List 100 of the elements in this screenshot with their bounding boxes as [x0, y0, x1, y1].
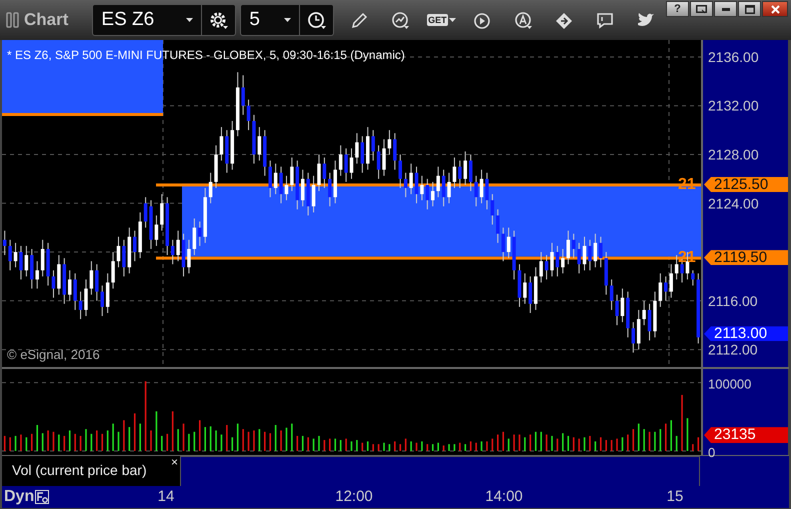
candlestick — [111, 252, 115, 290]
candlestick — [452, 157, 456, 189]
window-title: Chart — [24, 10, 68, 30]
candlestick — [322, 157, 326, 189]
time-button[interactable] — [300, 4, 334, 36]
candlestick — [632, 322, 636, 354]
candlestick — [2, 230, 6, 256]
candlestick — [544, 254, 548, 280]
candlestick — [577, 242, 581, 274]
candlestick — [669, 264, 673, 298]
diamond-arrows-icon — [554, 10, 574, 30]
candlestick — [474, 175, 478, 207]
candlestick — [561, 248, 565, 274]
candlestick — [480, 169, 484, 204]
price-label: 2116.00 — [708, 292, 758, 309]
candlestick — [409, 163, 413, 195]
candlestick — [566, 230, 570, 265]
comment-icon — [595, 10, 616, 30]
candlestick — [458, 160, 462, 189]
price-label: 2132.00 — [708, 98, 759, 114]
candlestick — [312, 175, 316, 213]
candlestick — [436, 166, 440, 198]
candlestick — [501, 227, 505, 262]
candlestick — [376, 144, 380, 180]
candlestick — [14, 242, 18, 268]
candlestick — [241, 74, 245, 116]
candlestick — [599, 236, 603, 268]
candlestick — [442, 169, 446, 207]
candlestick — [170, 239, 174, 265]
restore-button[interactable] — [690, 1, 713, 17]
time-label: 14 — [158, 488, 174, 505]
gear-icon — [208, 10, 229, 30]
candlestick — [447, 172, 451, 204]
candlestick — [19, 245, 23, 280]
candlestick — [192, 218, 196, 256]
symbol-dropdown[interactable]: ES Z6 — [92, 4, 202, 36]
candlestick — [582, 236, 586, 271]
close-icon — [770, 4, 780, 14]
candlestick — [464, 150, 468, 186]
price-label: 2128.00 — [708, 146, 759, 162]
candlestick — [338, 144, 342, 176]
candlestick — [691, 270, 695, 286]
minimize-button[interactable] — [714, 1, 737, 17]
mode-label: Dyn — [4, 488, 34, 506]
candlestick — [40, 239, 44, 277]
candlestick — [300, 169, 304, 207]
interval-dropdown[interactable]: 5 — [240, 4, 300, 36]
candlestick — [431, 181, 435, 207]
settings-button[interactable] — [202, 4, 236, 36]
letter-a-icon — [513, 10, 534, 30]
candlestick — [485, 172, 489, 210]
play-icon — [472, 10, 492, 30]
candlestick — [187, 239, 191, 274]
candlestick — [317, 154, 321, 192]
close-button[interactable]: × — [170, 456, 178, 468]
candlestick — [355, 132, 359, 164]
candlestick — [279, 166, 283, 204]
candlestick — [8, 239, 12, 271]
minimize-icon — [722, 8, 730, 10]
caret-icon — [186, 18, 194, 22]
candlestick — [426, 178, 430, 210]
help-button[interactable]: ? — [666, 1, 689, 17]
candlestick — [620, 288, 624, 323]
candlestick — [556, 245, 560, 277]
candlestick — [52, 270, 56, 298]
candlestick — [35, 260, 39, 290]
grip-icon — [6, 12, 20, 28]
candlestick — [658, 272, 662, 308]
candlestick — [258, 126, 262, 162]
level-price-tag: 2119.50 — [704, 250, 788, 266]
candlestick — [468, 154, 472, 192]
candlestick — [382, 138, 386, 176]
study-name: Vol (current price bar) — [12, 462, 147, 478]
candlestick — [284, 175, 288, 201]
time-label: 14:00 — [485, 488, 523, 505]
candlestick — [572, 233, 576, 259]
candlestick — [360, 136, 364, 174]
level-price-tag: 2125.50 — [704, 176, 788, 192]
candlestick — [496, 208, 500, 244]
candlestick — [73, 272, 77, 310]
clock-icon — [306, 10, 327, 30]
volume-tag: 23135 — [704, 427, 788, 444]
time-label: 15 — [666, 488, 684, 505]
candlestick — [615, 294, 619, 326]
maximize-button[interactable] — [738, 1, 761, 17]
candlestick — [208, 172, 212, 204]
candlestick — [246, 99, 250, 131]
volume-label: 100000 — [708, 376, 752, 392]
get-button[interactable]: GET — [421, 5, 462, 35]
maximize-icon — [744, 4, 754, 14]
candlestick — [404, 172, 408, 198]
candlestick — [539, 252, 543, 284]
candlestick — [84, 278, 88, 317]
candlestick — [90, 260, 94, 296]
close-button[interactable] — [762, 1, 788, 17]
candlestick — [160, 194, 164, 232]
candlestick — [24, 245, 28, 277]
candlestick — [144, 196, 148, 228]
candlestick — [642, 300, 646, 326]
candlestick — [290, 157, 294, 192]
